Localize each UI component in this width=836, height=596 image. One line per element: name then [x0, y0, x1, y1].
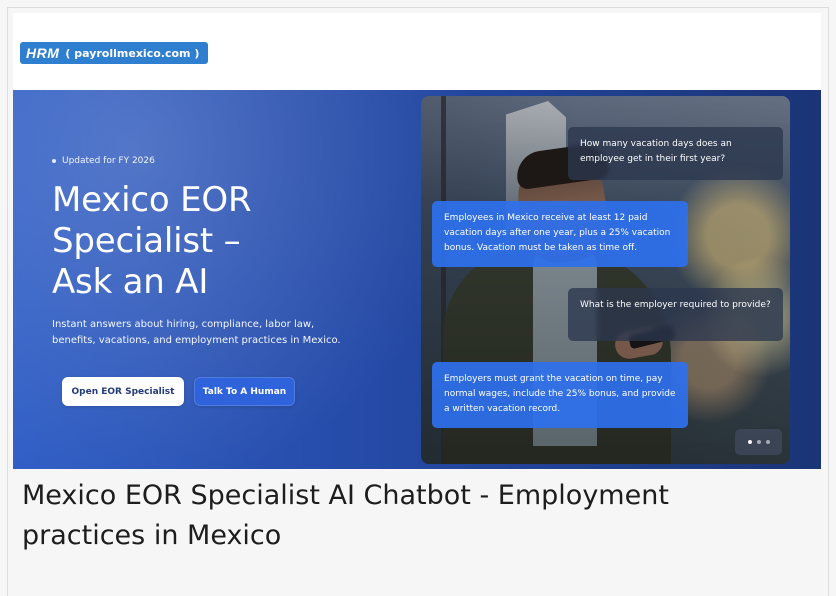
headline-line-3: Ask an AI: [52, 262, 209, 302]
updated-text: Updated for FY 2026: [62, 156, 155, 166]
hrm-logo-icon: HRM: [26, 45, 60, 61]
header-strip: HRM ( payrollmexico.com ): [13, 13, 821, 90]
chat-bubble-user-1: How many vacation days does an employee …: [568, 127, 783, 180]
bullet-icon: [52, 159, 56, 163]
hero-headline: Mexico EOR Specialist – Ask an AI: [52, 180, 382, 303]
hero-banner: Updated for FY 2026 Mexico EOR Specialis…: [13, 90, 821, 469]
carousel-dot[interactable]: [765, 440, 770, 444]
talk-to-human-button[interactable]: Talk To A Human: [194, 377, 295, 406]
brand-logo[interactable]: HRM ( payrollmexico.com ): [20, 42, 209, 64]
chat-bubble-ai-1: Employees in Mexico receive at least 12 …: [432, 201, 688, 267]
chat-bubble-ai-2: Employers must grant the vacation on tim…: [432, 362, 688, 428]
carousel-indicator[interactable]: [735, 429, 782, 455]
hero-subtext: Instant answers about hiring, compliance…: [52, 319, 341, 346]
headline-line-2: Specialist –: [52, 221, 241, 261]
open-eor-specialist-button[interactable]: Open EOR Specialist: [62, 377, 184, 406]
image-caption: Mexico EOR Specialist AI Chatbot - Emplo…: [22, 480, 669, 551]
updated-badge: Updated for FY 2026: [52, 156, 155, 166]
headline-line-1: Mexico EOR: [52, 180, 252, 220]
chat-bubble-user-2: What is the employer required to provide…: [568, 288, 783, 341]
carousel-dot[interactable]: [747, 440, 752, 444]
logo-domain: ( payrollmexico.com ): [65, 46, 200, 60]
carousel-dot[interactable]: [756, 440, 761, 444]
